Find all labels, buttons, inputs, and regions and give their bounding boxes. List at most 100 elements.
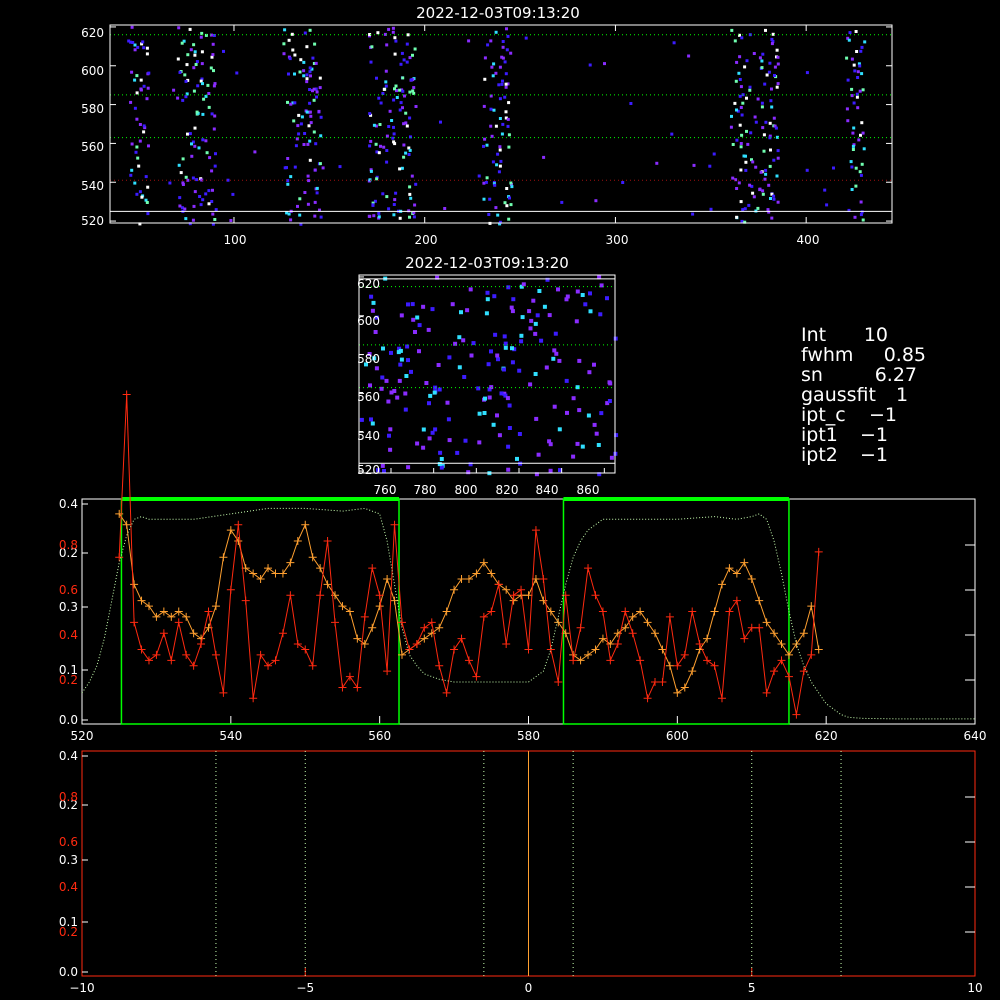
data-point-orange (598, 634, 607, 643)
heatmap-pixel (775, 174, 779, 178)
heatmap-pixel (413, 330, 417, 334)
heatmap-pixel (860, 162, 864, 166)
heatmap-pixel (731, 143, 735, 146)
data-point-red (531, 526, 540, 535)
heatmap-pixel (394, 191, 398, 195)
heatmap-pixel (776, 149, 780, 153)
heatmap-pixel (134, 150, 138, 154)
heatmap-pixel (393, 198, 397, 202)
heatmap-pixel (738, 78, 742, 81)
heatmap-pixel (805, 168, 809, 172)
p2-ytick: 540 (357, 429, 380, 443)
heatmap-pixel (210, 169, 214, 173)
heatmap-pixel (503, 60, 507, 64)
data-point-red (189, 661, 198, 670)
heatmap-pixel (146, 86, 150, 90)
heatmap-pixel (846, 119, 850, 123)
heatmap-pixel (477, 411, 482, 416)
info-gaussfit: gaussfit 1 (801, 384, 908, 406)
data-point-red (144, 656, 153, 665)
x-tick-label: 5 (748, 981, 756, 995)
heatmap-pixel (557, 427, 562, 432)
data-point-red (249, 694, 258, 703)
p2-ytick: 600 (357, 314, 380, 328)
heatmap-pixel (432, 390, 437, 395)
heatmap-pixel (770, 87, 773, 91)
heatmap-pixel (858, 89, 862, 93)
heatmap-pixel (846, 78, 850, 82)
heatmap-pixel (553, 331, 558, 336)
heatmap-pixel (417, 323, 422, 328)
heatmap-pixel (850, 188, 854, 191)
data-point-orange (152, 612, 161, 621)
heatmap-pixel (393, 52, 397, 56)
heatmap-pixel (734, 79, 738, 83)
data-point-red (450, 645, 459, 654)
data-point-orange (665, 661, 674, 670)
heatmap-pixel (506, 117, 510, 121)
heatmap-pixel (501, 79, 504, 83)
data-point-red (710, 661, 719, 670)
data-point-orange (747, 574, 756, 583)
heatmap-pixel (194, 63, 198, 66)
heatmap-pixel (447, 355, 452, 360)
heatmap-pixel (207, 105, 211, 109)
heatmap-pixel (760, 59, 764, 63)
heatmap-pixel (315, 90, 319, 94)
heatmap-pixel (414, 105, 418, 108)
info-ipt2: ipt2 −1 (801, 444, 888, 466)
heatmap-pixel (594, 431, 599, 436)
heatmap-pixel (521, 282, 526, 287)
heatmap-pixel (321, 166, 325, 170)
heatmap-pixel (505, 48, 509, 52)
heatmap-pixel (740, 36, 744, 40)
info-int: Int 10 (801, 324, 888, 346)
data-point-red (814, 547, 823, 556)
heatmap-pixel (184, 79, 188, 83)
heatmap-pixel (393, 142, 397, 146)
heatmap-pixel (404, 121, 408, 125)
heatmap-pixel (283, 28, 287, 32)
heatmap-pixel (482, 104, 486, 108)
heatmap-pixel (731, 176, 735, 180)
heatmap-pixel (406, 302, 410, 307)
p2-ytick: 620 (357, 277, 380, 291)
heatmap-pixel (388, 447, 393, 452)
heatmap-pixel (392, 213, 396, 217)
heatmap-pixel (183, 73, 187, 77)
heatmap-pixel (497, 433, 502, 438)
heatmap-pixel (500, 82, 504, 86)
heatmap-pixel (371, 203, 375, 207)
heatmap-pixel (764, 28, 767, 32)
heatmap-pixel (594, 199, 598, 203)
heatmap-pixel (192, 43, 196, 47)
data-point-red (554, 678, 563, 687)
heatmap-pixel (200, 62, 204, 66)
data-point-orange (271, 569, 280, 578)
heatmap-pixel (289, 175, 293, 179)
heatmap-pixel (385, 149, 389, 152)
heatmap-pixel (402, 58, 406, 62)
heatmap-pixel (861, 88, 865, 92)
heatmap-pixel (315, 191, 319, 195)
heatmap-pixel (308, 139, 312, 143)
heatmap-pixel (213, 218, 217, 221)
heatmap-pixel (142, 130, 146, 134)
heatmap-pixel (506, 285, 511, 290)
heatmap-pixel (506, 444, 511, 449)
heatmap-pixel (499, 391, 504, 396)
heatmap-pixel (457, 365, 462, 370)
data-point-orange (189, 629, 198, 638)
data-point-red (375, 591, 384, 600)
heatmap-pixel (382, 87, 386, 91)
heatmap-pixel (477, 440, 482, 445)
heatmap-pixel (608, 381, 613, 386)
heatmap-pixel (537, 289, 542, 293)
heatmap-pixel (391, 26, 395, 30)
heatmap-pixel (185, 63, 189, 67)
heatmap-pixel (484, 180, 488, 184)
heatmap-pixel (749, 131, 753, 135)
heatmap-pixel (293, 101, 297, 105)
heatmap-pixel (738, 123, 742, 127)
heatmap-pixel (489, 107, 493, 111)
